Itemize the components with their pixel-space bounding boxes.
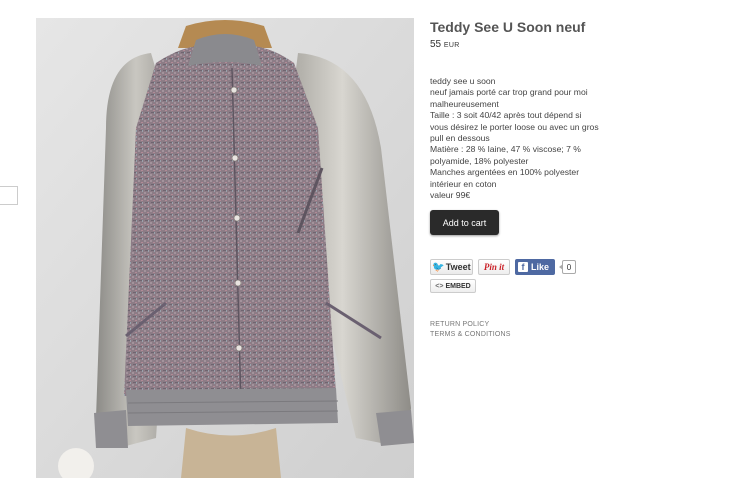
description-line: neuf jamais porté car trop grand pour mo… [430, 87, 588, 98]
description-line: teddy see u soon [430, 76, 496, 86]
product-price: 55 EUR [430, 39, 730, 52]
description-line: polyamide, 18% polyester [430, 155, 529, 166]
description-line: vous désirez le porter loose ou avec un … [430, 121, 599, 132]
side-tab[interactable] [0, 186, 18, 205]
description-line: Taille : 3 soit 40/42 après tout dépend … [430, 110, 582, 121]
price-currency: EUR [443, 42, 460, 49]
tweet-button[interactable]: 🐦 Tweet [430, 259, 473, 275]
social-buttons: 🐦 Tweet Pin it f Like 0 [430, 259, 576, 275]
description-line: Manches argentées en 100% polyester [430, 167, 580, 178]
embed-button[interactable]: <> EMBED [430, 279, 476, 293]
facebook-like-button[interactable]: f Like [515, 259, 555, 275]
description-line: intérieur en coton [430, 178, 497, 189]
twitter-bird-icon: 🐦 [432, 261, 445, 273]
return-policy-link[interactable]: RETURN POLICY [430, 320, 511, 330]
product-info: Teddy See U Soon neuf 55 EUR teddy see u… [430, 18, 730, 338]
add-to-cart-button[interactable]: Add to cart [430, 210, 499, 235]
tweet-label: Tweet [445, 262, 471, 272]
terms-link[interactable]: TERMS & CONDITIONS [430, 330, 511, 340]
product-photo[interactable] [36, 18, 414, 478]
product-description: teddy see u soon neuf jamais porté car t… [430, 76, 730, 201]
product-title: Teddy See U Soon neuf [430, 19, 586, 35]
price-value: 55 [430, 39, 442, 50]
description-line: pull en dessous [430, 133, 490, 144]
description-line: Matière : 28 % laine, 47 % viscose; 7 % [430, 144, 581, 155]
description-line: valeur 99€ [430, 190, 471, 201]
facebook-icon: f [518, 262, 528, 272]
embed-label: EMBED [445, 282, 471, 290]
description-line: malheureusement [430, 98, 499, 109]
code-icon: <> [435, 282, 444, 290]
pin-it-button[interactable]: Pin it [478, 259, 510, 275]
like-count-badge: 0 [559, 260, 576, 274]
jacket-photo-illustration [36, 18, 414, 478]
like-label: Like [531, 262, 550, 272]
policy-links: RETURN POLICY TERMS & CONDITIONS [430, 320, 511, 340]
